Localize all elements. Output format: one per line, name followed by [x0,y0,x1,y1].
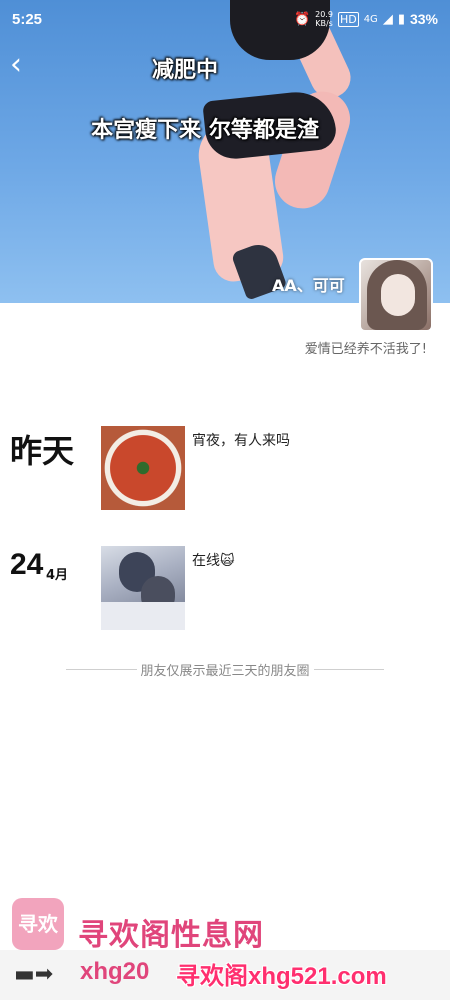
hd-icon: HD [337,11,359,27]
cover-caption-line2: 本宫瘦下来 尔等都是渣 [91,118,319,143]
cover-caption-line1: 减肥中 [151,58,218,83]
watermark-title: 寻欢阁性息网 [78,918,264,953]
thumbnail-blanket [101,602,185,630]
status-bar: 5:25 ⏰ 20.9 KB/s HD 4G ◢ ▮ 33% [0,0,450,38]
moment-text: 在线🙀 [192,553,235,569]
end-note-text: 朋友仅展示最近三天的朋友圈 [140,664,310,679]
arrow-right-icon: ▬➡ [14,962,54,987]
battery-level: 33% [409,11,438,27]
back-button[interactable]: ‹ [10,50,36,80]
watermark-url-overlay: 寻欢阁xhg521.com [176,963,387,990]
moment-month: 4月 [46,568,69,583]
moment-thumbnail[interactable] [101,546,185,630]
moment-text: 宵夜，有人来吗 [192,433,290,449]
alarm-clock-icon: ⏰ [293,11,311,27]
avatar-face [381,274,415,316]
moment-day: 24 [10,548,44,581]
status-icons: ⏰ 20.9 KB/s HD 4G ◢ ▮ 33% [294,10,438,28]
moments-end-note: 朋友仅展示最近三天的朋友圈 [66,660,385,679]
watermark-logo: 寻欢 [12,898,64,950]
battery-icon: ▮ [397,11,405,27]
moment-thumbnail[interactable] [101,426,185,510]
signal-icon: ◢ [382,11,393,27]
avatar[interactable] [359,258,433,332]
profile-name[interactable]: AA、可可 [272,272,345,296]
moment-date: 昨天 [10,432,75,470]
signal-label: 4G [363,13,378,25]
chevron-left-icon: ‹ [10,47,22,82]
status-time: 5:25 [12,10,43,28]
divider [313,669,385,670]
network-speed: 20.9 KB/s [315,10,333,28]
profile-signature: 爱情已经养不活我了! [304,342,427,357]
divider [66,669,137,670]
watermark-url: xhg20 [80,958,150,985]
